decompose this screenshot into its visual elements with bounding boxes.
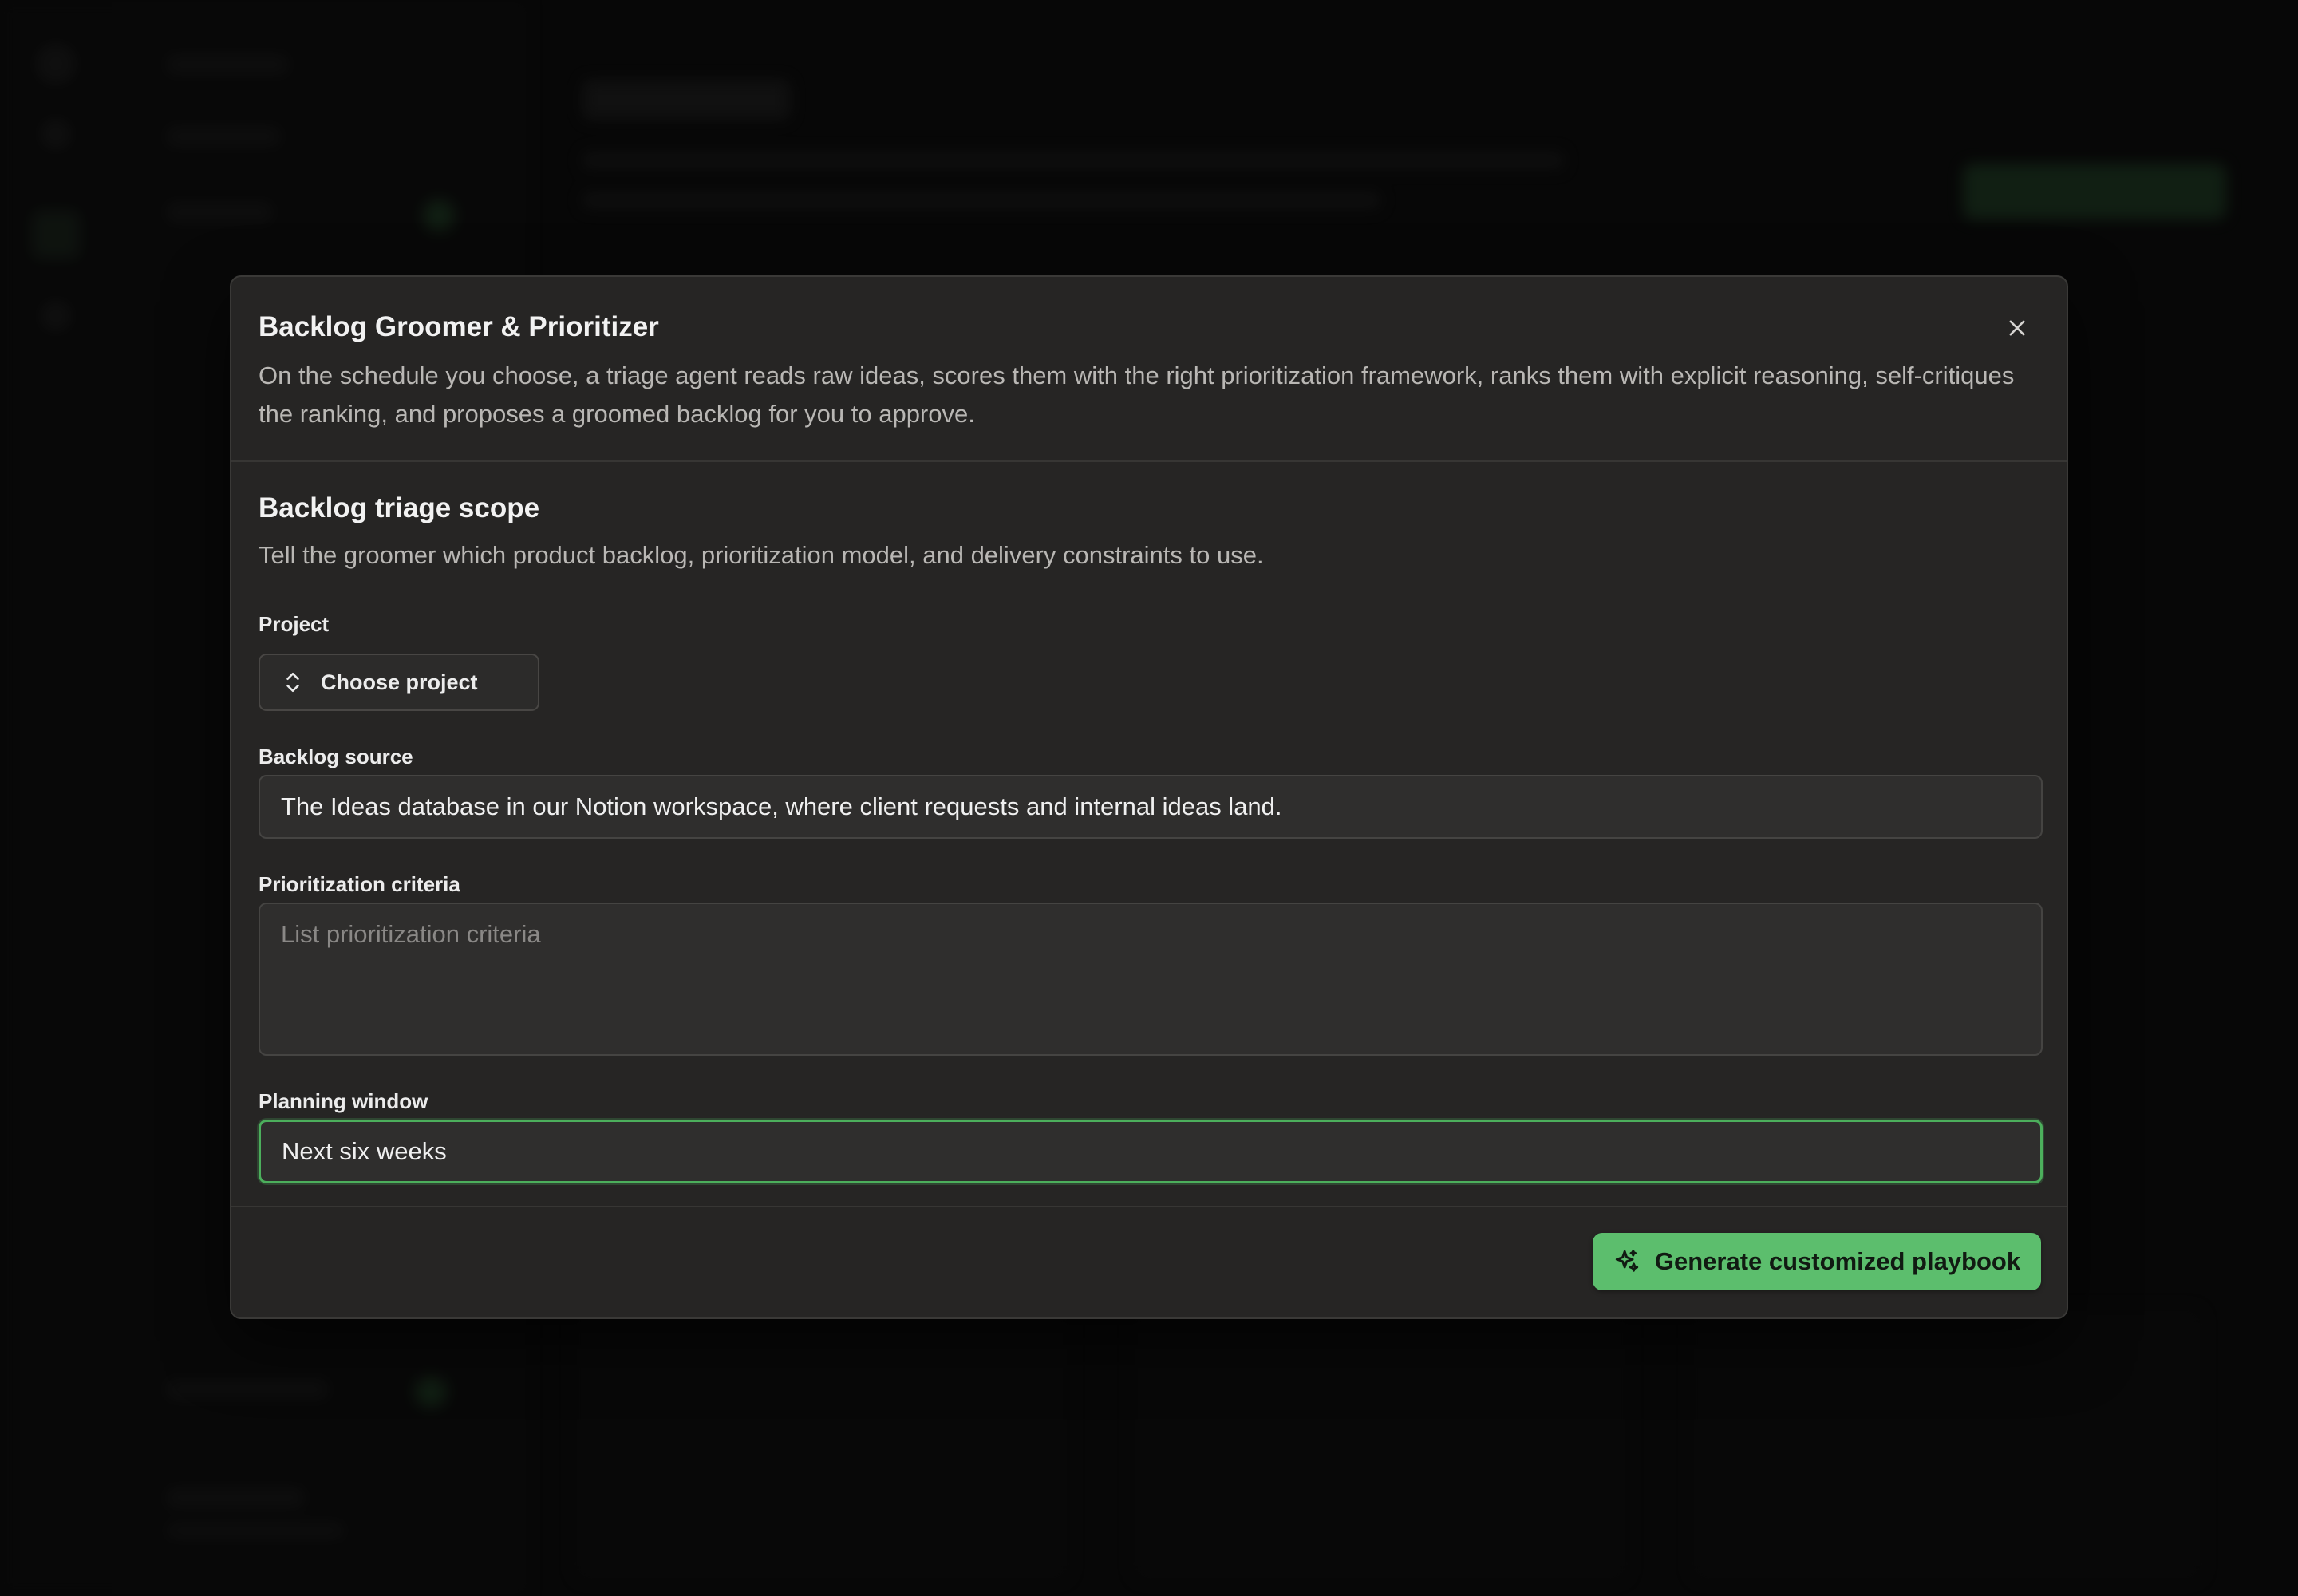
planning-window-label: Planning window [259, 1089, 428, 1113]
prioritization-criteria-textarea[interactable] [259, 903, 2043, 1056]
backlog-source-label: Backlog source [259, 745, 413, 768]
dialog-header: Backlog Groomer & Prioritizer On the sch… [231, 277, 2067, 462]
choose-project-label: Choose project [321, 670, 478, 694]
generate-playbook-button[interactable]: Generate customized playbook [1593, 1233, 2041, 1290]
section-description: Tell the groomer which product backlog, … [259, 541, 1264, 569]
section-title: Backlog triage scope [259, 492, 540, 523]
backlog-source-input[interactable] [259, 775, 2043, 839]
dialog-title: Backlog Groomer & Prioritizer [259, 311, 659, 342]
choose-project-button[interactable]: Choose project [259, 654, 539, 711]
playbook-dialog: Backlog Groomer & Prioritizer On the sch… [230, 275, 2068, 1319]
project-label: Project [259, 612, 330, 636]
prioritization-criteria-label: Prioritization criteria [259, 872, 460, 896]
planning-window-input[interactable] [259, 1120, 2043, 1183]
dialog-footer: Generate customized playbook [231, 1206, 2067, 1317]
close-icon [2009, 320, 2025, 336]
generate-playbook-label: Generate customized playbook [1654, 1247, 2021, 1275]
close-button[interactable] [2000, 310, 2035, 346]
chevron-up-down-icon [286, 672, 299, 693]
dialog-description: On the schedule you choose, a triage age… [259, 361, 2015, 428]
sparkles-icon [1615, 1250, 1639, 1272]
